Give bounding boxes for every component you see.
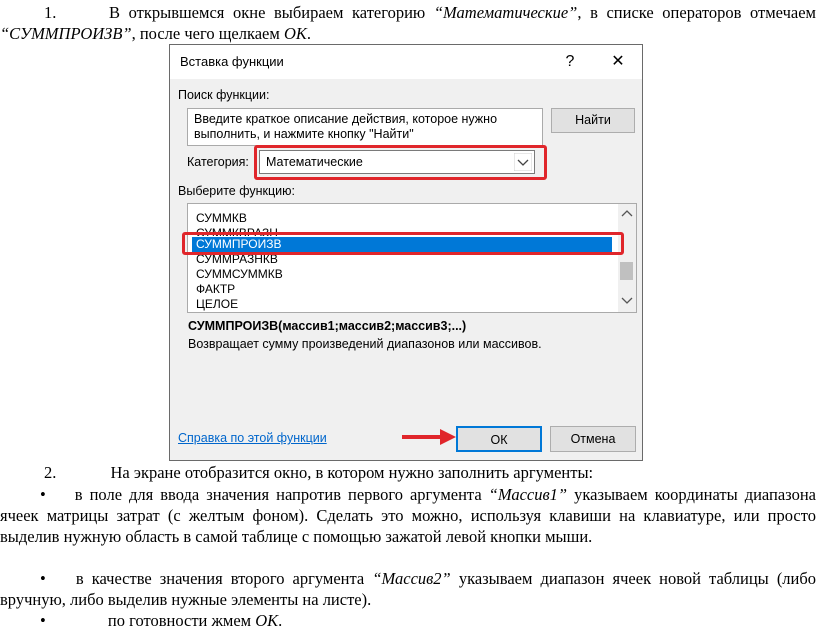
help-icon[interactable]: ?	[557, 50, 583, 74]
selected-function-highlight	[182, 232, 624, 255]
dialog-title-bar: Вставка функции ? ✕	[170, 45, 642, 79]
bullet-item-2: • в качестве значения второго аргумента …	[0, 569, 816, 609]
insert-function-dialog: Вставка функции ? ✕ Поиск функции: Введи…	[169, 44, 643, 461]
scroll-up-icon[interactable]	[621, 208, 633, 218]
function-help-link[interactable]: Справка по этой функции	[178, 431, 327, 445]
bullet-icon: •	[40, 569, 46, 588]
bullet-item-3: • по готовности жмем ОК.	[40, 611, 283, 630]
category-label: Категория:	[187, 155, 249, 169]
search-label: Поиск функции:	[178, 88, 270, 102]
function-description: Возвращает сумму произведений диапазонов…	[188, 337, 542, 351]
list-item[interactable]: СУММСУММКВ	[196, 267, 283, 282]
close-icon[interactable]: ✕	[605, 50, 631, 74]
list-scrollbar[interactable]	[618, 204, 636, 312]
list-item[interactable]: ФАКТР	[196, 282, 235, 297]
category-highlight	[254, 145, 547, 180]
step-1-paragraph: 1. В открывшемся окне выбираем категорию…	[0, 3, 816, 43]
bullet-item-1: • в поле для ввода значения напротив пер…	[0, 485, 816, 546]
ok-button[interactable]: ОК	[456, 426, 542, 452]
bullet-icon: •	[40, 611, 46, 630]
step-2-paragraph: 2. На экране отобразится окно, в котором…	[44, 463, 594, 482]
function-signature: СУММПРОИЗВ(массив1;массив2;массив3;...)	[188, 319, 467, 333]
dialog-title: Вставка функции	[180, 54, 284, 69]
select-function-label: Выберите функцию:	[178, 184, 295, 198]
bullet-icon: •	[40, 485, 46, 504]
step-2-number: 2.	[44, 463, 57, 482]
scrollbar-thumb[interactable]	[620, 262, 633, 280]
list-item[interactable]: СУММКВ	[196, 211, 247, 226]
find-button[interactable]: Найти	[551, 108, 635, 133]
red-arrow-icon	[402, 429, 456, 445]
step-1-number: 1.	[44, 3, 57, 22]
list-item[interactable]: ЦЕЛОЕ	[196, 297, 238, 312]
scroll-down-icon[interactable]	[621, 296, 633, 306]
cancel-button[interactable]: Отмена	[550, 426, 636, 452]
search-function-input[interactable]: Введите краткое описание действия, котор…	[187, 108, 543, 146]
function-list[interactable]: СУММКВ СУММКВРАЗН СУММПРОИЗВ СУММРАЗНКВ …	[187, 203, 637, 313]
